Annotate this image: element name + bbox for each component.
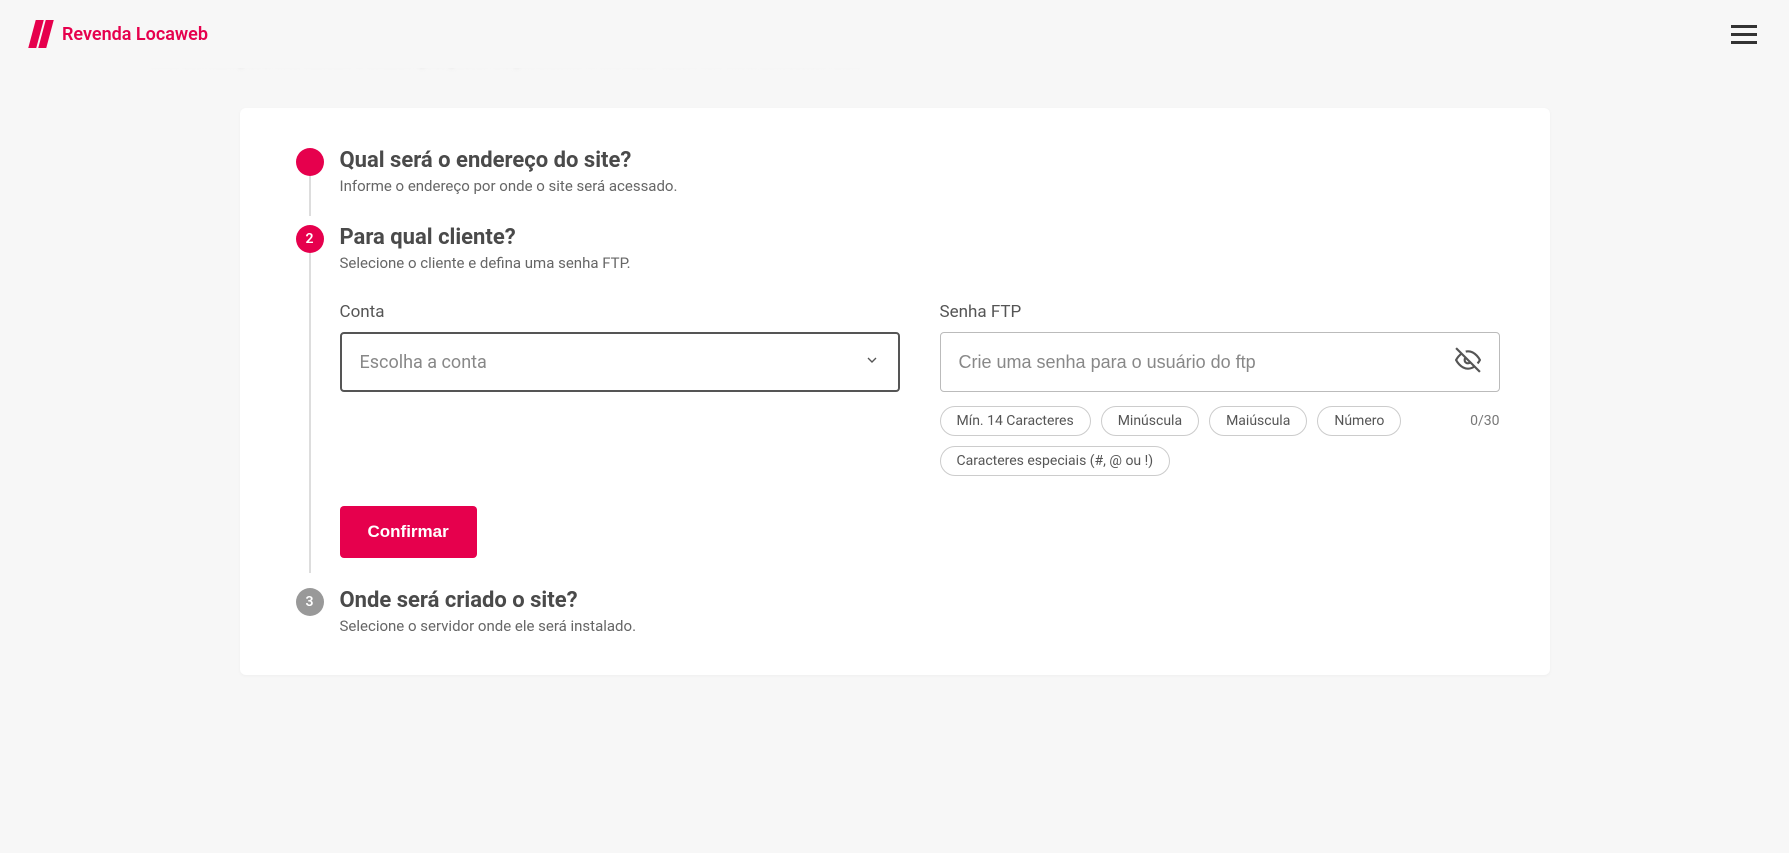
brand-name: Revenda Locaweb (62, 24, 208, 45)
step-2-title: Para qual cliente? (340, 225, 1500, 250)
step-1-marker (296, 148, 324, 176)
logo-icon (32, 20, 50, 48)
req-min-chars: Mín. 14 Caracteres (940, 406, 1091, 436)
confirm-button[interactable]: Confirmar (340, 506, 477, 558)
password-label: Senha FTP (940, 302, 1500, 322)
req-number: Número (1317, 406, 1401, 436)
step-1-title: Qual será o endereço do site? (340, 148, 1500, 173)
step-connector (309, 176, 311, 216)
req-lowercase: Minúscula (1101, 406, 1199, 436)
char-count: 0/30 (1470, 413, 1499, 429)
step-2-marker: 2 (296, 225, 324, 253)
chevron-down-icon (864, 352, 880, 372)
account-placeholder: Escolha a conta (360, 352, 864, 373)
req-special: Caracteres especiais (#, @ ou !) (940, 446, 1171, 476)
step-connector (309, 253, 311, 573)
step-1-subtitle: Informe o endereço por onde o site será … (340, 177, 1500, 195)
account-label: Conta (340, 302, 900, 322)
wizard-card: Qual será o endereço do site? Informe o … (240, 108, 1550, 675)
logo[interactable]: Revenda Locaweb (32, 20, 208, 48)
password-requirements: Mín. 14 Caracteres Minúscula Maiúscula N… (940, 406, 1500, 476)
req-uppercase: Maiúscula (1209, 406, 1307, 436)
eye-off-icon[interactable] (1455, 347, 1481, 377)
step-3: 3 Onde será criado o site? Selecione o s… (290, 588, 1500, 635)
step-3-marker: 3 (296, 588, 324, 616)
menu-icon[interactable] (1731, 25, 1757, 44)
password-input[interactable] (959, 352, 1455, 373)
step-2-subtitle: Selecione o cliente e defina uma senha F… (340, 254, 1500, 272)
step-3-subtitle: Selecione o servidor onde ele será insta… (340, 617, 1500, 635)
step-3-title: Onde será criado o site? (340, 588, 1500, 613)
account-select[interactable]: Escolha a conta (340, 332, 900, 392)
step-1: Qual será o endereço do site? Informe o … (290, 148, 1500, 225)
step-2: 2 Para qual cliente? Selecione o cliente… (290, 225, 1500, 588)
app-header: Revenda Locaweb (0, 0, 1789, 68)
password-field-wrap (940, 332, 1500, 392)
